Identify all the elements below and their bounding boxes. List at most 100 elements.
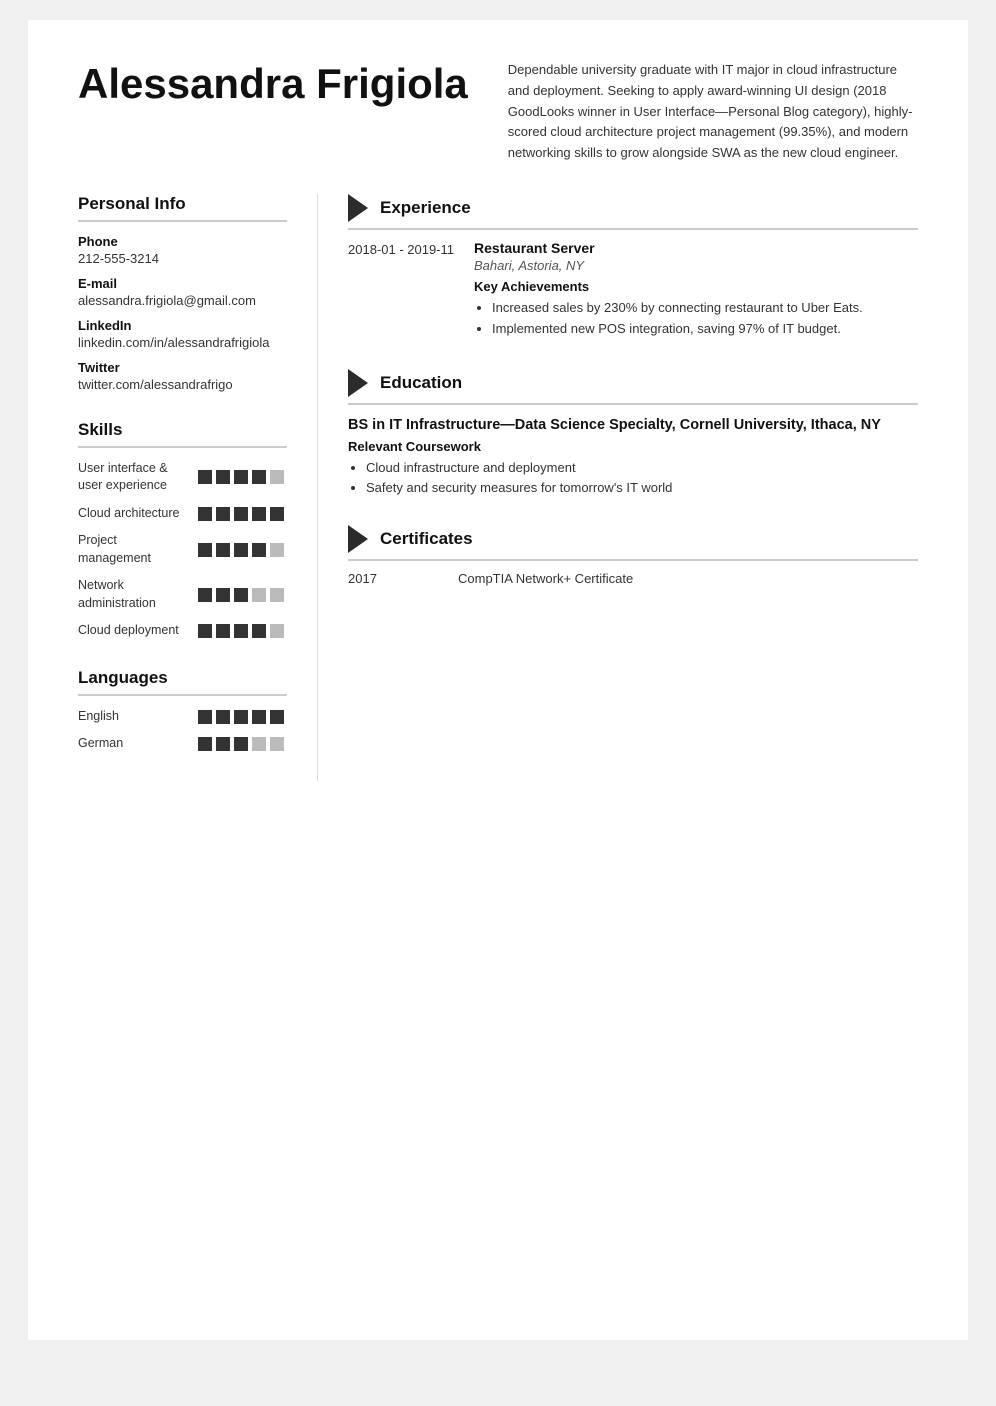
dot xyxy=(270,624,284,638)
dot xyxy=(252,543,266,557)
dot xyxy=(198,624,212,638)
exp-bullets-0: Increased sales by 230% by connecting re… xyxy=(474,298,863,339)
dot xyxy=(252,624,266,638)
exp-job-title-0: Restaurant Server xyxy=(474,240,863,256)
skill-name-ui: User interface & user experience xyxy=(78,460,188,495)
header: Alessandra Frigiola Dependable universit… xyxy=(78,60,918,164)
exp-bullet-0-0: Increased sales by 230% by connecting re… xyxy=(492,298,863,318)
skill-name-cloud-deploy: Cloud deployment xyxy=(78,622,188,640)
skill-dots-cloud-arch xyxy=(198,507,284,521)
education-header: Education xyxy=(348,369,918,405)
education-section: Education BS in IT Infrastructure—Data S… xyxy=(348,369,918,497)
experience-entry-0: 2018-01 - 2019-11 Restaurant Server Baha… xyxy=(348,240,918,341)
personal-info-title: Personal Info xyxy=(78,194,287,222)
dot xyxy=(270,588,284,602)
dot xyxy=(234,710,248,724)
lang-name-german: German xyxy=(78,735,188,753)
cert-name-0: CompTIA Network+ Certificate xyxy=(458,571,633,586)
skills-title: Skills xyxy=(78,420,287,448)
certificate-entry-0: 2017 CompTIA Network+ Certificate xyxy=(348,571,918,586)
education-entry-0: BS in IT Infrastructure—Data Science Spe… xyxy=(348,415,918,497)
dot xyxy=(216,543,230,557)
skill-row-cloud-deploy: Cloud deployment xyxy=(78,622,287,640)
left-column: Personal Info Phone 212-555-3214 E-mail … xyxy=(78,194,318,781)
skill-row-cloud-arch: Cloud architecture xyxy=(78,505,287,523)
lang-dots-english xyxy=(198,710,284,724)
dot xyxy=(198,470,212,484)
dot xyxy=(252,588,266,602)
languages-title: Languages xyxy=(78,668,287,696)
skill-name-project-mgmt: Project management xyxy=(78,532,188,567)
dot xyxy=(198,543,212,557)
skill-dots-network-admin xyxy=(198,588,284,602)
languages-section: Languages English German xyxy=(78,668,287,753)
education-icon xyxy=(348,369,368,397)
personal-info-section: Personal Info Phone 212-555-3214 E-mail … xyxy=(78,194,287,392)
exp-bullet-0-1: Implemented new POS integration, saving … xyxy=(492,319,863,339)
summary-text: Dependable university graduate with IT m… xyxy=(508,60,918,164)
certificates-header: Certificates xyxy=(348,525,918,561)
dot xyxy=(234,737,248,751)
certificates-section: Certificates 2017 CompTIA Network+ Certi… xyxy=(348,525,918,586)
dot xyxy=(252,470,266,484)
dot xyxy=(216,470,230,484)
dot xyxy=(216,588,230,602)
dot xyxy=(234,470,248,484)
dot xyxy=(270,737,284,751)
skill-row-ui: User interface & user experience xyxy=(78,460,287,495)
certificates-title: Certificates xyxy=(380,529,473,549)
skill-dots-project-mgmt xyxy=(198,543,284,557)
skill-row-project-mgmt: Project management xyxy=(78,532,287,567)
certificates-icon xyxy=(348,525,368,553)
lang-name-english: English xyxy=(78,708,188,726)
edu-degree-0: BS in IT Infrastructure—Data Science Spe… xyxy=(348,415,918,435)
skill-name-network-admin: Network administration xyxy=(78,577,188,612)
dot xyxy=(198,507,212,521)
right-column: Experience 2018-01 - 2019-11 Restaurant … xyxy=(318,194,918,781)
exp-subtitle-0: Bahari, Astoria, NY xyxy=(474,258,863,273)
dot xyxy=(234,624,248,638)
experience-header: Experience xyxy=(348,194,918,230)
experience-title: Experience xyxy=(380,198,471,218)
edu-bullets-0: Cloud infrastructure and deployment Safe… xyxy=(348,458,918,497)
email-value: alessandra.frigiola@gmail.com xyxy=(78,293,287,308)
dot xyxy=(270,507,284,521)
dot xyxy=(252,507,266,521)
exp-detail-0: Restaurant Server Bahari, Astoria, NY Ke… xyxy=(474,240,863,341)
edu-bullet-0-1: Safety and security measures for tomorro… xyxy=(366,478,918,498)
skill-dots-ui xyxy=(198,470,284,484)
personal-info-linkedin: LinkedIn linkedin.com/in/alessandrafrigi… xyxy=(78,318,287,350)
dot xyxy=(270,543,284,557)
dot xyxy=(216,507,230,521)
personal-info-email: E-mail alessandra.frigiola@gmail.com xyxy=(78,276,287,308)
twitter-label: Twitter xyxy=(78,360,287,375)
linkedin-value: linkedin.com/in/alessandrafrigiola xyxy=(78,335,287,350)
twitter-value: twitter.com/alessandrafrigo xyxy=(78,377,287,392)
dot xyxy=(234,588,248,602)
dot xyxy=(252,737,266,751)
skill-name-cloud-arch: Cloud architecture xyxy=(78,505,188,523)
dot xyxy=(216,737,230,751)
experience-section: Experience 2018-01 - 2019-11 Restaurant … xyxy=(348,194,918,341)
personal-info-twitter: Twitter twitter.com/alessandrafrigo xyxy=(78,360,287,392)
skill-dots-cloud-deploy xyxy=(198,624,284,638)
lang-row-german: German xyxy=(78,735,287,753)
lang-dots-german xyxy=(198,737,284,751)
skills-section: Skills User interface & user experience … xyxy=(78,420,287,640)
resume-page: Alessandra Frigiola Dependable universit… xyxy=(28,20,968,1340)
lang-row-english: English xyxy=(78,708,287,726)
main-layout: Personal Info Phone 212-555-3214 E-mail … xyxy=(78,194,918,781)
phone-value: 212-555-3214 xyxy=(78,251,287,266)
exp-key-label-0: Key Achievements xyxy=(474,279,863,294)
dot xyxy=(252,710,266,724)
edu-bullet-0-0: Cloud infrastructure and deployment xyxy=(366,458,918,478)
cert-year-0: 2017 xyxy=(348,571,438,586)
dot xyxy=(234,543,248,557)
dot xyxy=(198,588,212,602)
dot xyxy=(216,624,230,638)
dot xyxy=(234,507,248,521)
email-label: E-mail xyxy=(78,276,287,291)
edu-key-label-0: Relevant Coursework xyxy=(348,439,918,454)
personal-info-phone: Phone 212-555-3214 xyxy=(78,234,287,266)
phone-label: Phone xyxy=(78,234,287,249)
